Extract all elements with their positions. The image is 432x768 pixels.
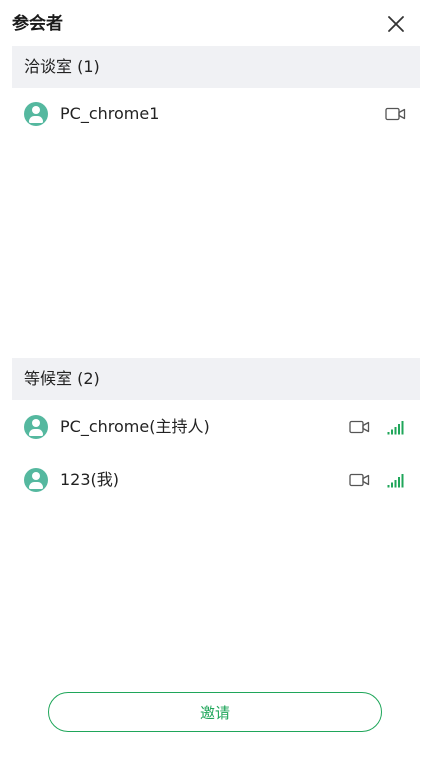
camera-icon[interactable] bbox=[385, 107, 406, 121]
avatar bbox=[24, 468, 48, 492]
participant-name: 123(我) bbox=[60, 470, 120, 489]
participants-page: 参会者 洽谈室 (1) PC_chrome1 等候室 (2) PC_chrome… bbox=[0, 0, 432, 768]
invite-button[interactable]: 邀请 bbox=[48, 692, 382, 732]
avatar bbox=[24, 415, 48, 439]
page-title: 参会者 bbox=[12, 14, 63, 34]
signal-icon bbox=[387, 474, 404, 488]
participant-name: PC_chrome(主持人) bbox=[60, 417, 210, 436]
header: 参会者 bbox=[0, 0, 432, 46]
section-title: 洽谈室 (1) bbox=[24, 57, 100, 76]
section-header-waiting-room: 等候室 (2) bbox=[12, 358, 420, 400]
avatar bbox=[24, 102, 48, 126]
section-header-meeting-room: 洽谈室 (1) bbox=[12, 46, 420, 88]
participant-row[interactable]: PC_chrome(主持人) bbox=[12, 405, 420, 449]
camera-icon[interactable] bbox=[349, 473, 370, 487]
camera-icon[interactable] bbox=[349, 420, 370, 434]
signal-icon bbox=[387, 421, 404, 435]
invite-button-label: 邀请 bbox=[199, 704, 230, 722]
participant-name: PC_chrome1 bbox=[60, 104, 160, 123]
participant-row[interactable]: PC_chrome1 bbox=[12, 92, 420, 136]
close-icon bbox=[388, 16, 404, 32]
participant-row[interactable]: 123(我) bbox=[12, 458, 420, 502]
section-title: 等候室 (2) bbox=[24, 369, 100, 388]
close-button[interactable] bbox=[382, 10, 410, 38]
